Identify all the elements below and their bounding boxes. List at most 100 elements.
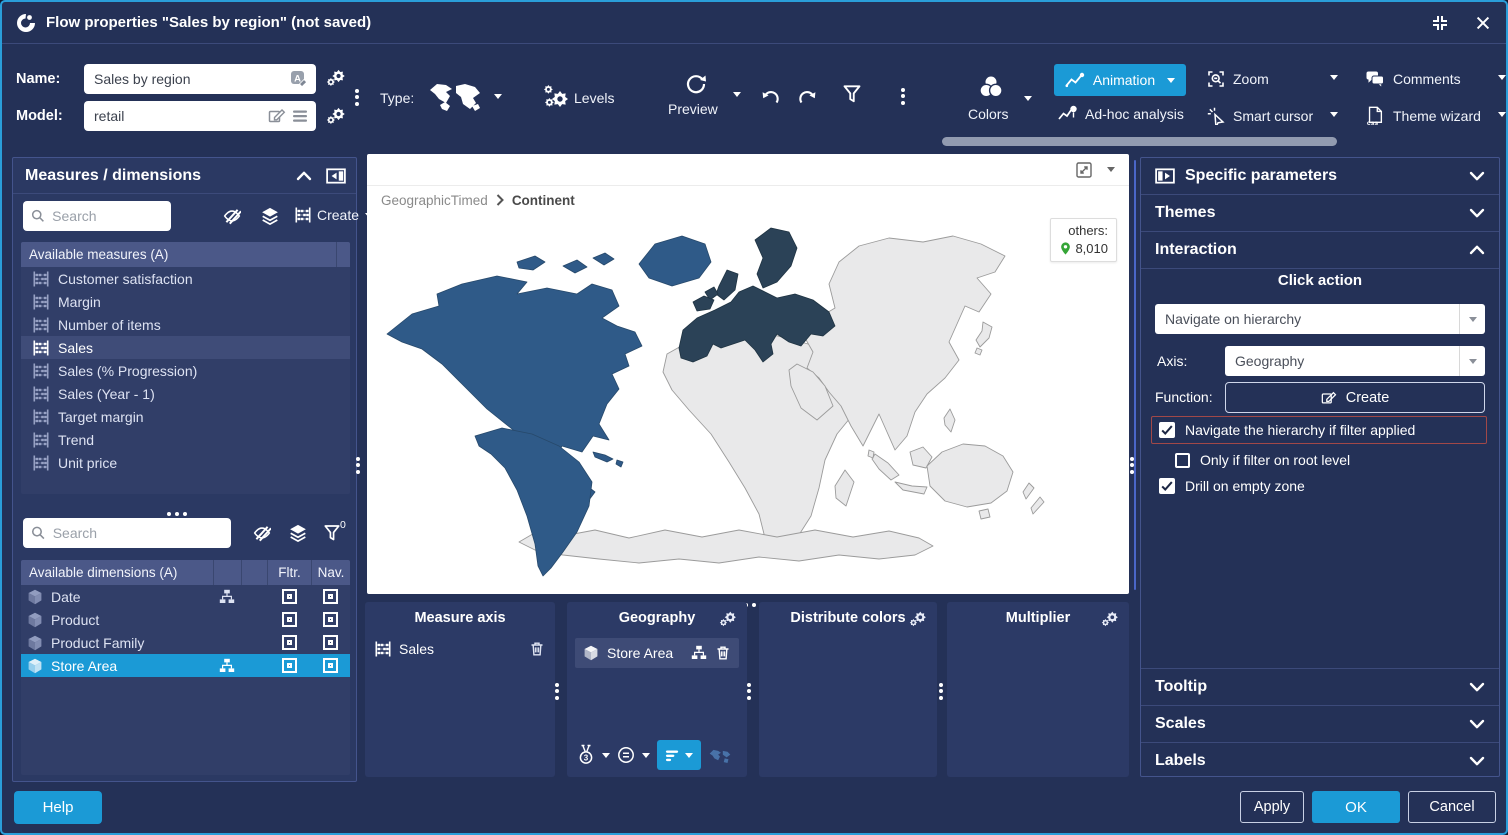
panel-splitter-handle[interactable] (165, 503, 189, 519)
levels-gears-icon[interactable] (543, 85, 569, 109)
hide-measures-icon[interactable] (223, 207, 241, 225)
ranking-medal-icon[interactable]: 3 (577, 744, 595, 766)
theme-wizard-dropdown-arrow[interactable] (1498, 112, 1506, 117)
list-item[interactable]: Trend (21, 428, 350, 451)
section-scales[interactable]: Scales (1141, 705, 1499, 742)
filter-checkbox[interactable] (282, 589, 297, 604)
checkbox-checked[interactable] (1159, 478, 1175, 494)
translate-icon[interactable]: A (290, 70, 308, 88)
preview-options-arrow[interactable] (1107, 167, 1115, 172)
filter-icon[interactable] (842, 84, 862, 104)
section-specific-parameters[interactable]: Specific parameters (1141, 158, 1499, 195)
axis-splitter-handle[interactable] (939, 680, 943, 702)
trash-icon[interactable] (715, 645, 731, 661)
list-item-selected[interactable]: Sales (21, 336, 350, 359)
axis-splitter-handle[interactable] (555, 680, 559, 702)
list-item[interactable]: Target margin (21, 405, 350, 428)
type-dropdown-arrow[interactable] (494, 94, 502, 99)
list-item[interactable]: Customer satisfaction (21, 267, 350, 290)
checkbox-unchecked[interactable] (1175, 453, 1190, 468)
toolbar-scrollbar[interactable] (942, 137, 1337, 146)
adhoc-analysis-button[interactable]: Ad-hoc analysis (1058, 105, 1184, 123)
option-drill-empty-zone[interactable]: Drill on empty zone (1159, 478, 1305, 494)
hide-dimensions-icon[interactable] (253, 524, 271, 542)
create-measure-button[interactable]: Create (295, 207, 373, 223)
help-button[interactable]: Help (14, 791, 102, 824)
hierarchy-icon[interactable] (219, 589, 235, 605)
apply-button[interactable]: Apply (1240, 791, 1304, 823)
nav-checkbox[interactable] (323, 612, 338, 627)
axis-select[interactable]: Geography (1225, 346, 1485, 376)
table-row-selected[interactable]: Store Area (21, 654, 350, 677)
equalize-dropdown-arrow[interactable] (642, 753, 650, 758)
section-interaction[interactable]: Interaction (1141, 232, 1499, 269)
zoom-button[interactable]: Zoom (1207, 70, 1269, 88)
preview-dropdown-arrow[interactable] (733, 92, 741, 97)
list-item[interactable]: Sales (% Progression) (21, 359, 350, 382)
checkbox-checked[interactable] (1159, 422, 1175, 438)
section-tooltip[interactable]: Tooltip (1141, 668, 1499, 705)
section-themes[interactable]: Themes (1141, 195, 1499, 232)
axis-settings-gear-icon[interactable] (1101, 610, 1119, 628)
animation-button[interactable]: Animation (1054, 64, 1186, 96)
world-map[interactable] (367, 214, 1129, 592)
sort-button[interactable] (657, 740, 701, 770)
list-item[interactable]: Sales (Year - 1) (21, 382, 350, 405)
close-icon[interactable] (1474, 14, 1492, 32)
breadcrumb-root[interactable]: GeographicTimed (381, 193, 488, 208)
collapse-panel-icon[interactable] (326, 168, 346, 184)
redo-icon[interactable] (798, 86, 820, 108)
axis-settings-gear-icon[interactable] (909, 610, 927, 628)
table-row[interactable]: Date (21, 585, 350, 608)
edit-model-icon[interactable] (268, 107, 286, 125)
filter-checkbox[interactable] (282, 635, 297, 650)
dimension-filter-icon[interactable] (323, 524, 341, 542)
axis-item-sales[interactable]: Sales (365, 634, 555, 664)
expand-preview-icon[interactable] (1075, 161, 1093, 179)
trash-icon[interactable] (529, 641, 545, 657)
more-options-kebab-icon[interactable] (901, 85, 905, 107)
levels-button[interactable]: Levels (574, 90, 614, 106)
option-only-root-level[interactable]: Only if filter on root level (1175, 452, 1350, 468)
measures-search-input[interactable] (45, 207, 163, 225)
table-row[interactable]: Product Family (21, 631, 350, 654)
ranking-dropdown-arrow[interactable] (602, 753, 610, 758)
create-function-button[interactable]: Create (1225, 382, 1485, 413)
list-item[interactable]: Unit price (21, 451, 350, 474)
colors-icon[interactable] (976, 74, 1006, 100)
smart-cursor-dropdown-arrow[interactable] (1330, 112, 1338, 117)
right-splitter-handle[interactable] (1130, 454, 1134, 476)
colors-button[interactable]: Colors (968, 106, 1008, 122)
geography-world-icon[interactable] (708, 748, 732, 763)
preview-refresh-icon[interactable] (683, 72, 707, 96)
filter-checkbox[interactable] (282, 612, 297, 627)
axis-settings-gear-icon[interactable] (719, 610, 737, 628)
nav-checkbox[interactable] (323, 589, 338, 604)
collapse-window-icon[interactable] (1430, 13, 1450, 33)
click-action-select[interactable]: Navigate on hierarchy (1155, 304, 1485, 334)
layers-icon[interactable] (289, 524, 307, 542)
model-settings-gear-icon[interactable] (326, 106, 346, 126)
preview-button[interactable]: Preview (668, 101, 718, 117)
hierarchy-icon[interactable] (219, 658, 235, 674)
undo-icon[interactable] (758, 86, 780, 108)
right-splitter-bar[interactable] (1134, 160, 1136, 590)
table-row[interactable]: Product (21, 608, 350, 631)
nav-checkbox[interactable] (323, 635, 338, 650)
hierarchy-icon[interactable] (691, 645, 707, 661)
collapse-section-chevron-icon[interactable] (296, 168, 312, 184)
nav-checkbox[interactable] (323, 658, 338, 673)
filter-checkbox[interactable] (282, 658, 297, 673)
cancel-button[interactable]: Cancel (1408, 791, 1496, 823)
left-splitter-handle[interactable] (356, 454, 360, 476)
equalize-icon[interactable] (617, 746, 635, 764)
comments-dropdown-arrow[interactable] (1498, 75, 1506, 80)
axis-item-store-area[interactable]: Store Area (575, 638, 739, 668)
zoom-dropdown-arrow[interactable] (1330, 75, 1338, 80)
list-item[interactable]: Margin (21, 290, 350, 313)
theme-wizard-button[interactable]: css Theme wizard (1365, 106, 1481, 126)
section-labels[interactable]: Labels (1141, 742, 1499, 779)
smart-cursor-button[interactable]: Smart cursor (1207, 107, 1313, 125)
toolbar-drag-handle[interactable] (355, 86, 359, 108)
option-navigate-hierarchy[interactable]: Navigate the hierarchy if filter applied (1159, 422, 1415, 438)
